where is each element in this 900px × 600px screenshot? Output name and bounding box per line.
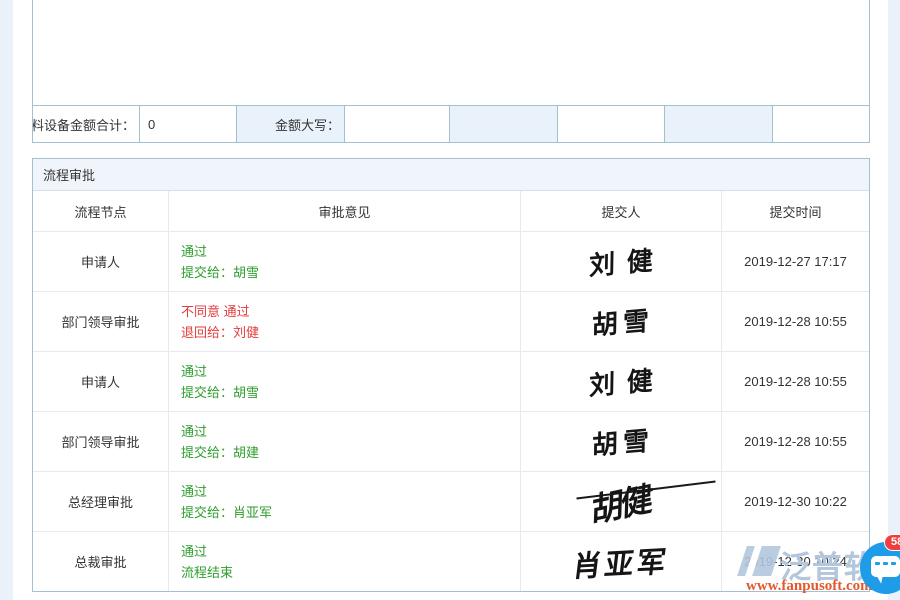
opinion-cell: 通过 提交给：胡雪 xyxy=(169,352,521,411)
node-cell: 申请人 xyxy=(33,232,169,291)
notification-badge[interactable]: 58 xyxy=(884,534,900,551)
signature-cell: 胡健 xyxy=(521,472,722,531)
totals-row: 材料设备金额合计： 0 金额大写： xyxy=(32,105,870,143)
col-header-submitter: 提交人 xyxy=(521,191,722,231)
totals-empty-cell xyxy=(773,106,869,142)
amount-in-words-value xyxy=(345,106,450,142)
table-header-row: 流程节点 审批意见 提交人 提交时间 xyxy=(33,191,869,231)
opinion-cell: 通过 提交给：胡雪 xyxy=(169,232,521,291)
amount-in-words-label: 金额大写： xyxy=(237,106,345,142)
approval-panel-title: 流程审批 xyxy=(33,159,869,191)
opinion-cell: 不同意 通过 退回给：刘健 xyxy=(169,292,521,351)
totals-empty-cell xyxy=(450,106,558,142)
approval-flow-panel: 流程审批 流程节点 审批意见 提交人 提交时间 申请人 通过 提交给：胡雪 刘健… xyxy=(32,158,870,592)
signature: 胡雪 xyxy=(587,420,654,463)
table-row: 总经理审批 通过 提交给：肖亚军 胡健 2019-12-30 10:22 xyxy=(33,471,869,531)
chat-bubble-tail xyxy=(874,574,883,583)
time-cell: 2019-12-27 17:17 xyxy=(722,232,869,291)
signature: 刘健 xyxy=(577,359,665,404)
signature-cell: 肖亚军 xyxy=(521,532,722,591)
opinion-status: 通过 xyxy=(181,542,207,561)
opinion-status: 通过 xyxy=(181,242,207,261)
col-header-time: 提交时间 xyxy=(722,191,869,231)
table-row: 部门领导审批 通过 提交给：胡建 胡雪 2019-12-28 10:55 xyxy=(33,411,869,471)
time-cell: 2019-12-28 10:55 xyxy=(722,352,869,411)
opinion-detail: 流程结束 xyxy=(181,563,233,582)
node-cell: 部门领导审批 xyxy=(33,292,169,351)
total-amount-value: 0 xyxy=(140,106,237,142)
table-row: 部门领导审批 不同意 通过 退回给：刘健 胡雪 2019-12-28 10:55 xyxy=(33,291,869,351)
signature: 肖亚军 xyxy=(570,538,671,585)
opinion-detail: 提交给：肖亚军 xyxy=(181,503,272,522)
signature: 胡雪 xyxy=(587,300,654,343)
opinion-status: 通过 xyxy=(181,362,207,381)
opinion-status: 通过 xyxy=(181,482,207,501)
opinion-detail: 提交给：胡雪 xyxy=(181,383,259,402)
opinion-cell: 通过 提交给：胡建 xyxy=(169,412,521,471)
node-cell: 总裁审批 xyxy=(33,532,169,591)
total-amount-label: 材料设备金额合计： xyxy=(33,106,140,142)
opinion-detail: 提交给：胡雪 xyxy=(181,263,259,282)
time-cell: 2019-12-28 10:55 xyxy=(722,292,869,351)
opinion-status: 通过 xyxy=(181,422,207,441)
signature-cell: 胡雪 xyxy=(521,292,722,351)
page-right-margin xyxy=(888,0,900,600)
table-row: 申请人 通过 提交给：胡雪 刘健 2019-12-27 17:17 xyxy=(33,231,869,291)
signature-cell: 刘健 xyxy=(521,352,722,411)
col-header-node: 流程节点 xyxy=(33,191,169,231)
signature-cell: 胡雪 xyxy=(521,412,722,471)
signature: 刘健 xyxy=(577,239,665,284)
opinion-status: 不同意 通过 xyxy=(181,302,250,321)
node-cell: 部门领导审批 xyxy=(33,412,169,471)
node-cell: 总经理审批 xyxy=(33,472,169,531)
approval-table: 流程节点 审批意见 提交人 提交时间 申请人 通过 提交给：胡雪 刘健 2019… xyxy=(33,191,869,591)
page-left-margin xyxy=(0,0,13,600)
node-cell: 申请人 xyxy=(33,352,169,411)
opinion-cell: 通过 流程结束 xyxy=(169,532,521,591)
watermark-url-text: www.fanpusoft.com xyxy=(746,578,873,595)
opinion-detail: 提交给：胡建 xyxy=(181,443,259,462)
time-cell: 2019-12-28 10:55 xyxy=(722,412,869,471)
empty-detail-area xyxy=(32,0,870,105)
time-cell: 2019-12-30 10:22 xyxy=(722,472,869,531)
opinion-detail: 退回给：刘健 xyxy=(181,323,259,342)
totals-empty-cell xyxy=(558,106,665,142)
table-row: 申请人 通过 提交给：胡雪 刘健 2019-12-28 10:55 xyxy=(33,351,869,411)
col-header-opinion: 审批意见 xyxy=(169,191,521,231)
chat-bubble-dots xyxy=(875,562,896,565)
signature: 胡健 xyxy=(591,471,651,533)
signature-cell: 刘健 xyxy=(521,232,722,291)
totals-empty-cell xyxy=(665,106,773,142)
opinion-cell: 通过 提交给：肖亚军 xyxy=(169,472,521,531)
